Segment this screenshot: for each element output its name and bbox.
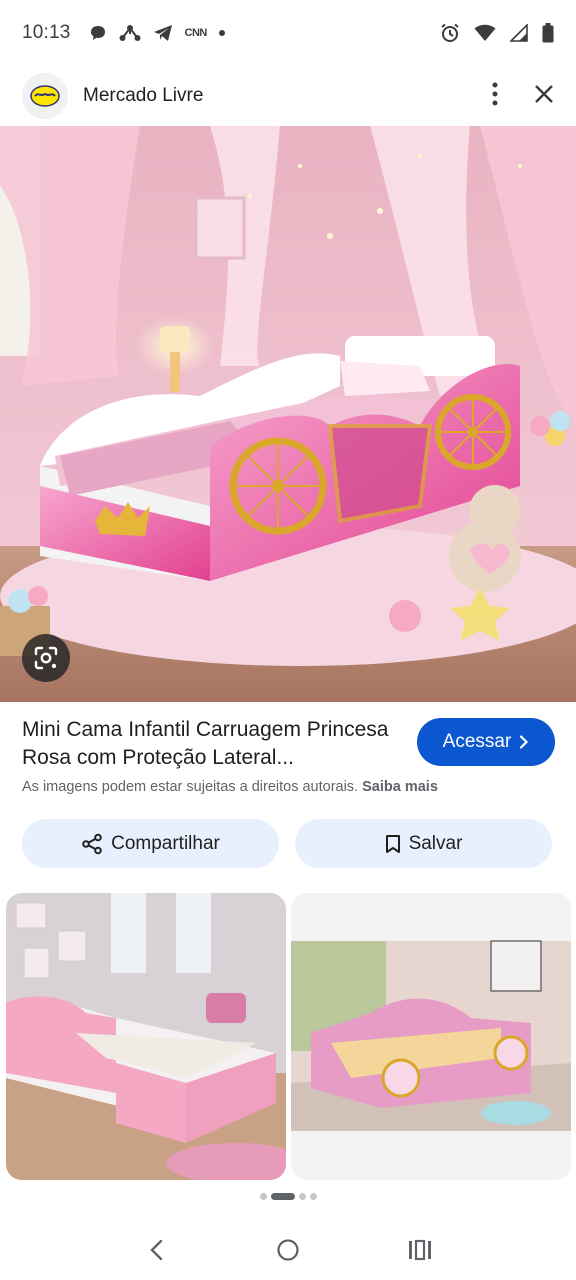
save-label: Salvar <box>408 832 463 854</box>
pager-dot-active <box>270 1193 295 1200</box>
battery-icon <box>542 23 554 43</box>
bookmark-icon <box>385 834 400 853</box>
google-lens-button[interactable] <box>22 634 70 682</box>
copyright-notice: As imagens podem estar sujeitas a direit… <box>22 779 438 795</box>
cell-signal-icon <box>510 24 528 42</box>
close-icon[interactable] <box>534 84 554 109</box>
copyright-text: As imagens podem estar sujeitas a direit… <box>22 779 359 795</box>
status-time: 10:13 <box>22 22 71 43</box>
notification-icons: CNN <box>89 24 225 42</box>
related-image-1[interactable] <box>6 893 286 1180</box>
visit-button-label: Acessar <box>442 731 512 752</box>
recents-icon <box>409 1239 431 1261</box>
more-vert-icon[interactable] <box>492 82 498 111</box>
recents-button[interactable] <box>400 1230 440 1270</box>
system-icons <box>440 23 554 43</box>
telegram-icon <box>153 24 173 42</box>
pager-dot <box>259 1193 267 1200</box>
related-image-2[interactable] <box>291 893 571 1180</box>
pager-dot <box>298 1193 306 1200</box>
cnn-icon: CNN <box>184 27 208 39</box>
mercado-livre-logo <box>22 73 68 119</box>
home-icon <box>277 1239 299 1261</box>
hero-image[interactable] <box>0 126 576 702</box>
app-title: Mercado Livre <box>83 85 204 106</box>
chat-bubble-icon <box>89 24 107 42</box>
save-button[interactable]: Salvar <box>295 819 552 868</box>
share-button[interactable]: Compartilhar <box>22 819 279 868</box>
image-pager <box>0 1193 576 1200</box>
network-share-icon <box>119 24 141 42</box>
visit-button[interactable]: Acessar <box>417 718 555 766</box>
back-icon <box>150 1239 163 1261</box>
back-button[interactable] <box>136 1230 176 1270</box>
lens-icon <box>34 646 58 670</box>
chevron-right-icon <box>520 735 529 749</box>
system-nav-bar <box>0 1220 576 1280</box>
wifi-icon <box>474 24 496 42</box>
alarm-icon <box>440 23 460 43</box>
pager-dot <box>309 1193 317 1200</box>
home-button[interactable] <box>268 1230 308 1270</box>
learn-more-link[interactable]: Saiba mais <box>362 779 438 795</box>
share-label: Compartilhar <box>111 832 220 854</box>
dot-icon <box>218 30 225 36</box>
share-icon <box>82 833 102 854</box>
status-bar: 10:13 CNN <box>0 0 576 66</box>
result-title[interactable]: Mini Cama Infantil Carruagem Princesa Ro… <box>22 716 402 772</box>
app-header: Mercado Livre <box>0 66 576 126</box>
